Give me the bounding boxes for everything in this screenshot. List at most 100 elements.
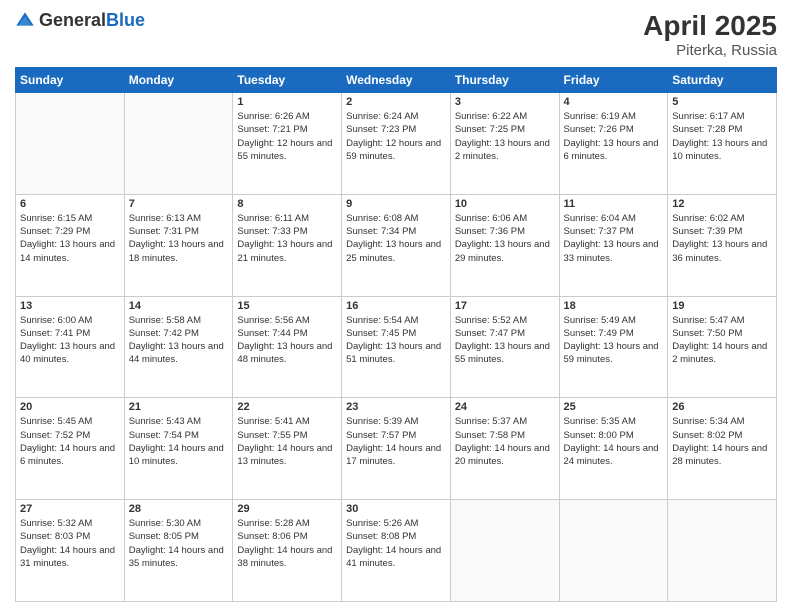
day-info: Sunrise: 5:49 AM Sunset: 7:49 PM Dayligh… [564, 314, 664, 367]
day-info: Sunrise: 5:26 AM Sunset: 8:08 PM Dayligh… [346, 517, 446, 570]
week-row-0: 1 Sunrise: 6:26 AM Sunset: 7:21 PM Daylig… [16, 93, 777, 195]
day-info: Sunrise: 5:37 AM Sunset: 7:58 PM Dayligh… [455, 415, 555, 468]
calendar-cell: 3 Sunrise: 6:22 AM Sunset: 7:25 PM Daylig… [450, 93, 559, 195]
day-number: 14 [129, 300, 229, 312]
day-info: Sunrise: 6:26 AM Sunset: 7:21 PM Dayligh… [237, 110, 337, 163]
day-number: 13 [20, 300, 120, 312]
day-number: 25 [564, 401, 664, 413]
day-info: Sunrise: 6:17 AM Sunset: 7:28 PM Dayligh… [672, 110, 772, 163]
col-sunday: Sunday [16, 68, 125, 93]
day-info: Sunrise: 6:02 AM Sunset: 7:39 PM Dayligh… [672, 212, 772, 265]
day-number: 3 [455, 96, 555, 108]
calendar-cell: 30 Sunrise: 5:26 AM Sunset: 8:08 PM Dayli… [342, 500, 451, 602]
day-number: 17 [455, 300, 555, 312]
calendar-cell: 18 Sunrise: 5:49 AM Sunset: 7:49 PM Dayli… [559, 296, 668, 398]
calendar-cell: 25 Sunrise: 5:35 AM Sunset: 8:00 PM Dayli… [559, 398, 668, 500]
day-number: 12 [672, 198, 772, 210]
calendar-cell: 8 Sunrise: 6:11 AM Sunset: 7:33 PM Daylig… [233, 194, 342, 296]
calendar-cell: 1 Sunrise: 6:26 AM Sunset: 7:21 PM Daylig… [233, 93, 342, 195]
day-info: Sunrise: 5:52 AM Sunset: 7:47 PM Dayligh… [455, 314, 555, 367]
calendar-cell: 12 Sunrise: 6:02 AM Sunset: 7:39 PM Dayli… [668, 194, 777, 296]
day-number: 4 [564, 96, 664, 108]
calendar-cell: 6Sunrise: 6:15 AM Sunset: 7:29 PM Daylig… [16, 194, 125, 296]
page: GeneralBlue April 2025 Piterka, Russia S… [0, 0, 792, 612]
calendar-cell: 26 Sunrise: 5:34 AM Sunset: 8:02 PM Dayli… [668, 398, 777, 500]
calendar-cell: 22 Sunrise: 5:41 AM Sunset: 7:55 PM Dayli… [233, 398, 342, 500]
calendar-cell: 21Sunrise: 5:43 AM Sunset: 7:54 PM Dayli… [124, 398, 233, 500]
logo-general: General [39, 10, 106, 30]
day-info: Sunrise: 5:39 AM Sunset: 7:57 PM Dayligh… [346, 415, 446, 468]
logo-icon [15, 11, 35, 31]
day-info: Sunrise: 5:35 AM Sunset: 8:00 PM Dayligh… [564, 415, 664, 468]
day-number: 23 [346, 401, 446, 413]
day-info: Sunrise: 5:28 AM Sunset: 8:06 PM Dayligh… [237, 517, 337, 570]
day-number: 18 [564, 300, 664, 312]
day-number: 8 [237, 198, 337, 210]
day-number: 16 [346, 300, 446, 312]
calendar-cell: 15 Sunrise: 5:56 AM Sunset: 7:44 PM Dayli… [233, 296, 342, 398]
calendar-cell: 16 Sunrise: 5:54 AM Sunset: 7:45 PM Dayli… [342, 296, 451, 398]
calendar-cell: 28 Sunrise: 5:30 AM Sunset: 8:05 PM Dayli… [124, 500, 233, 602]
day-info: Sunrise: 5:54 AM Sunset: 7:45 PM Dayligh… [346, 314, 446, 367]
day-info: Sunrise: 5:32 AM Sunset: 8:03 PM Dayligh… [20, 517, 120, 570]
day-number: 28 [129, 503, 229, 515]
day-number: 24 [455, 401, 555, 413]
calendar-cell [668, 500, 777, 602]
logo: GeneralBlue [15, 10, 145, 31]
day-info: Sunrise: 5:30 AM Sunset: 8:05 PM Dayligh… [129, 517, 229, 570]
calendar-cell: 24 Sunrise: 5:37 AM Sunset: 7:58 PM Dayli… [450, 398, 559, 500]
day-info: Sunrise: 5:34 AM Sunset: 8:02 PM Dayligh… [672, 415, 772, 468]
calendar-cell [559, 500, 668, 602]
calendar-cell: 2 Sunrise: 6:24 AM Sunset: 7:23 PM Daylig… [342, 93, 451, 195]
title-location: Piterka, Russia [643, 42, 777, 59]
calendar-cell: 27 Sunrise: 5:32 AM Sunset: 8:03 PM Dayli… [16, 500, 125, 602]
day-info: Sunrise: 6:11 AM Sunset: 7:33 PM Dayligh… [237, 212, 337, 265]
day-info: Sunrise: 6:08 AM Sunset: 7:34 PM Dayligh… [346, 212, 446, 265]
calendar-cell: 14Sunrise: 5:58 AM Sunset: 7:42 PM Dayli… [124, 296, 233, 398]
day-number: 26 [672, 401, 772, 413]
day-info: Sunrise: 6:13 AM Sunset: 7:31 PM Dayligh… [129, 212, 229, 265]
calendar-cell: 10 Sunrise: 6:06 AM Sunset: 7:36 PM Dayli… [450, 194, 559, 296]
day-info: Sunrise: 6:22 AM Sunset: 7:25 PM Dayligh… [455, 110, 555, 163]
day-number: 2 [346, 96, 446, 108]
day-info: Sunrise: 5:45 AM Sunset: 7:52 PM Dayligh… [20, 415, 120, 468]
day-number: 19 [672, 300, 772, 312]
day-info: Sunrise: 5:47 AM Sunset: 7:50 PM Dayligh… [672, 314, 772, 367]
col-wednesday: Wednesday [342, 68, 451, 93]
col-friday: Friday [559, 68, 668, 93]
calendar-cell [16, 93, 125, 195]
week-row-2: 13 Sunrise: 6:00 AM Sunset: 7:41 PM Dayli… [16, 296, 777, 398]
header-row: Sunday Monday Tuesday Wednesday Thursday… [16, 68, 777, 93]
calendar-table: Sunday Monday Tuesday Wednesday Thursday… [15, 67, 777, 602]
day-info: Sunrise: 6:15 AM Sunset: 7:29 PM Dayligh… [20, 212, 120, 265]
logo-text: GeneralBlue [39, 10, 145, 31]
day-number: 21 [129, 401, 229, 413]
col-thursday: Thursday [450, 68, 559, 93]
col-saturday: Saturday [668, 68, 777, 93]
day-info: Sunrise: 5:41 AM Sunset: 7:55 PM Dayligh… [237, 415, 337, 468]
day-info: Sunrise: 6:00 AM Sunset: 7:41 PM Dayligh… [20, 314, 120, 367]
calendar-cell: 17 Sunrise: 5:52 AM Sunset: 7:47 PM Dayli… [450, 296, 559, 398]
calendar-cell: 13 Sunrise: 6:00 AM Sunset: 7:41 PM Dayli… [16, 296, 125, 398]
day-number: 1 [237, 96, 337, 108]
day-number: 7 [129, 198, 229, 210]
day-info: Sunrise: 6:24 AM Sunset: 7:23 PM Dayligh… [346, 110, 446, 163]
day-number: 30 [346, 503, 446, 515]
day-info: Sunrise: 6:19 AM Sunset: 7:26 PM Dayligh… [564, 110, 664, 163]
day-number: 20 [20, 401, 120, 413]
day-number: 9 [346, 198, 446, 210]
day-info: Sunrise: 5:56 AM Sunset: 7:44 PM Dayligh… [237, 314, 337, 367]
title-month: April 2025 [643, 10, 777, 42]
day-number: 27 [20, 503, 120, 515]
calendar-cell: 19 Sunrise: 5:47 AM Sunset: 7:50 PM Dayli… [668, 296, 777, 398]
calendar-cell: 23 Sunrise: 5:39 AM Sunset: 7:57 PM Dayli… [342, 398, 451, 500]
col-tuesday: Tuesday [233, 68, 342, 93]
day-number: 11 [564, 198, 664, 210]
day-number: 10 [455, 198, 555, 210]
day-number: 15 [237, 300, 337, 312]
calendar-cell: 11Sunrise: 6:04 AM Sunset: 7:37 PM Dayli… [559, 194, 668, 296]
calendar-cell: 4 Sunrise: 6:19 AM Sunset: 7:26 PM Daylig… [559, 93, 668, 195]
day-info: Sunrise: 6:06 AM Sunset: 7:36 PM Dayligh… [455, 212, 555, 265]
day-number: 29 [237, 503, 337, 515]
day-number: 22 [237, 401, 337, 413]
